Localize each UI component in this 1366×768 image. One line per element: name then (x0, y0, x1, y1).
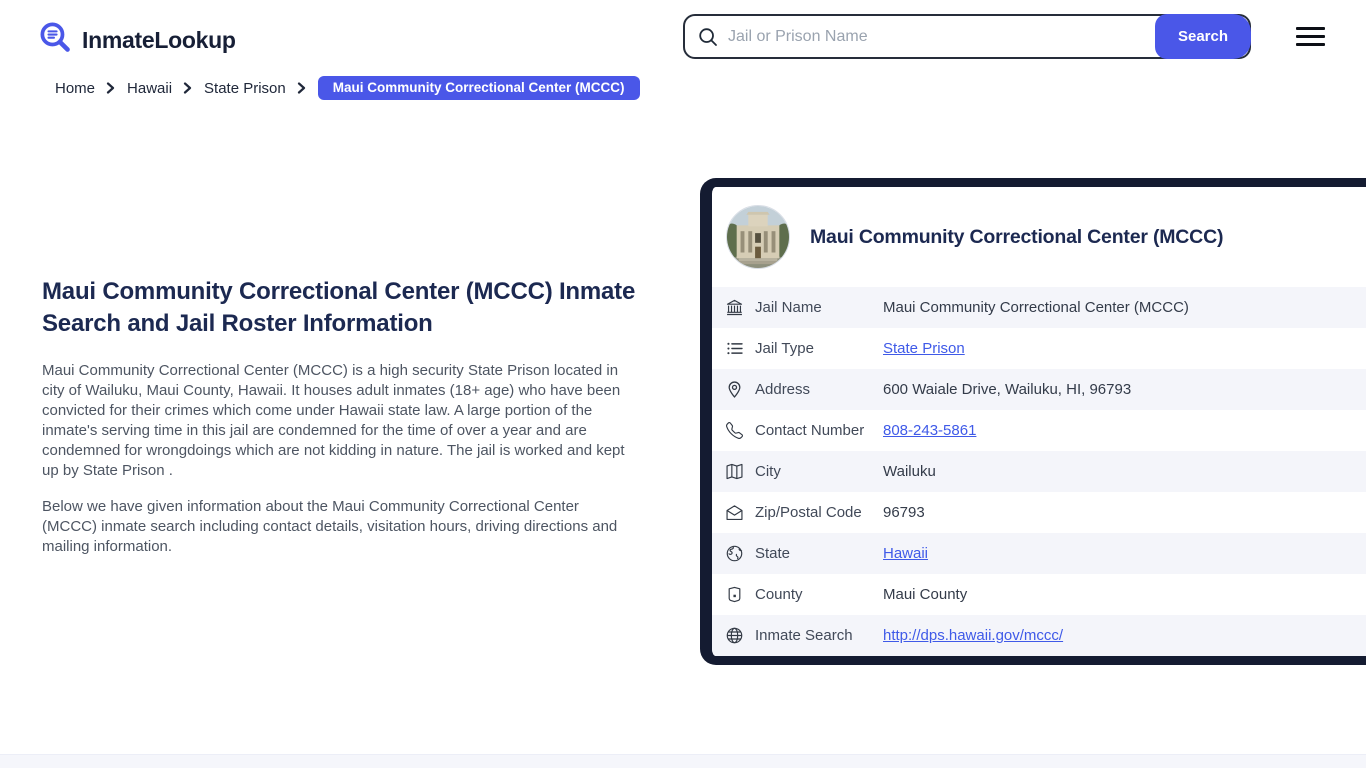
intro-paragraph-2: Below we have given information about th… (42, 498, 618, 555)
info-row: Jail Name Maui Community Correctional Ce… (712, 287, 1366, 328)
breadcrumb-hawaii[interactable]: Hawaii (127, 80, 172, 97)
county-map-icon (726, 586, 743, 603)
row-label: State (755, 545, 791, 562)
brand-logo[interactable]: InmateLookup (38, 20, 236, 60)
search-bar: Search (683, 14, 1251, 59)
location-pin-icon (726, 381, 743, 398)
row-value: http://dps.hawaii.gov/mccc/ (883, 627, 1063, 644)
chevron-right-icon (106, 82, 116, 94)
search-button[interactable]: Search (1155, 14, 1251, 59)
page-title: Maui Community Correctional Center (MCCC… (42, 278, 636, 337)
globe-icon (726, 545, 743, 562)
info-row: Jail Type State Prison (712, 328, 1366, 369)
list-icon (726, 340, 743, 357)
row-value: 808-243-5861 (883, 422, 976, 439)
row-value: Hawaii (883, 545, 928, 562)
web-icon (726, 627, 743, 644)
row-value: Maui County (883, 586, 968, 603)
jail-info-card: Maui Community Correctional Center (MCCC… (700, 178, 1366, 665)
jail-info-list: Jail Name Maui Community Correctional Ce… (712, 287, 1366, 656)
envelope-icon (726, 504, 743, 521)
breadcrumb-current-badge: Maui Community Correctional Center (MCCC… (317, 76, 640, 100)
jail-photo (726, 205, 790, 269)
row-value: State Prison (883, 340, 965, 357)
brand-magnifier-icon (38, 20, 73, 60)
row-label: Jail Name (755, 299, 822, 316)
intro-paragraph: Maui Community Correctional Center (MCCC… (42, 362, 625, 479)
row-value: 96793 (883, 504, 925, 521)
map-icon (726, 463, 743, 480)
info-row: Inmate Search http://dps.hawaii.gov/mccc… (712, 615, 1366, 656)
info-row: County Maui County (712, 574, 1366, 615)
row-value-link[interactable]: Hawaii (883, 545, 928, 562)
info-row: Address 600 Waiale Drive, Wailuku, HI, 9… (712, 369, 1366, 410)
phone-icon (726, 422, 743, 439)
row-label: Zip/Postal Code (755, 504, 862, 521)
row-value-link[interactable]: State Prison (883, 340, 965, 357)
brand-name: InmateLookup (82, 26, 236, 53)
row-label: Inmate Search (755, 627, 853, 644)
chevron-right-icon (183, 82, 193, 94)
search-icon (698, 27, 718, 47)
row-value: 600 Waiale Drive, Wailuku, HI, 96793 (883, 381, 1132, 398)
row-label: City (755, 463, 781, 480)
jail-card-header: Maui Community Correctional Center (MCCC… (712, 187, 1366, 287)
row-value-link[interactable]: http://dps.hawaii.gov/mccc/ (883, 627, 1063, 644)
info-row: State Hawaii (712, 533, 1366, 574)
jail-card-title: Maui Community Correctional Center (MCCC… (810, 225, 1224, 248)
info-row: Zip/Postal Code 96793 (712, 492, 1366, 533)
breadcrumb: Home Hawaii State Prison Maui Community … (55, 76, 640, 100)
row-label: County (755, 586, 803, 603)
chevron-right-icon (297, 82, 307, 94)
menu-hamburger-icon[interactable] (1296, 27, 1325, 46)
bank-icon (726, 299, 743, 316)
breadcrumb-home[interactable]: Home (55, 80, 95, 97)
info-row: City Wailuku (712, 451, 1366, 492)
article-intro: Maui Community Correctional Center (MCCC… (42, 276, 636, 557)
row-label: Jail Type (755, 340, 814, 357)
info-row: Contact Number 808-243-5861 (712, 410, 1366, 451)
row-label: Contact Number (755, 422, 865, 439)
breadcrumb-state-prison[interactable]: State Prison (204, 80, 286, 97)
row-label: Address (755, 381, 811, 398)
footer-strip (0, 754, 1366, 768)
row-value-link[interactable]: 808-243-5861 (883, 422, 976, 439)
row-value: Maui Community Correctional Center (MCCC… (883, 299, 1189, 316)
row-value: Wailuku (883, 463, 936, 480)
